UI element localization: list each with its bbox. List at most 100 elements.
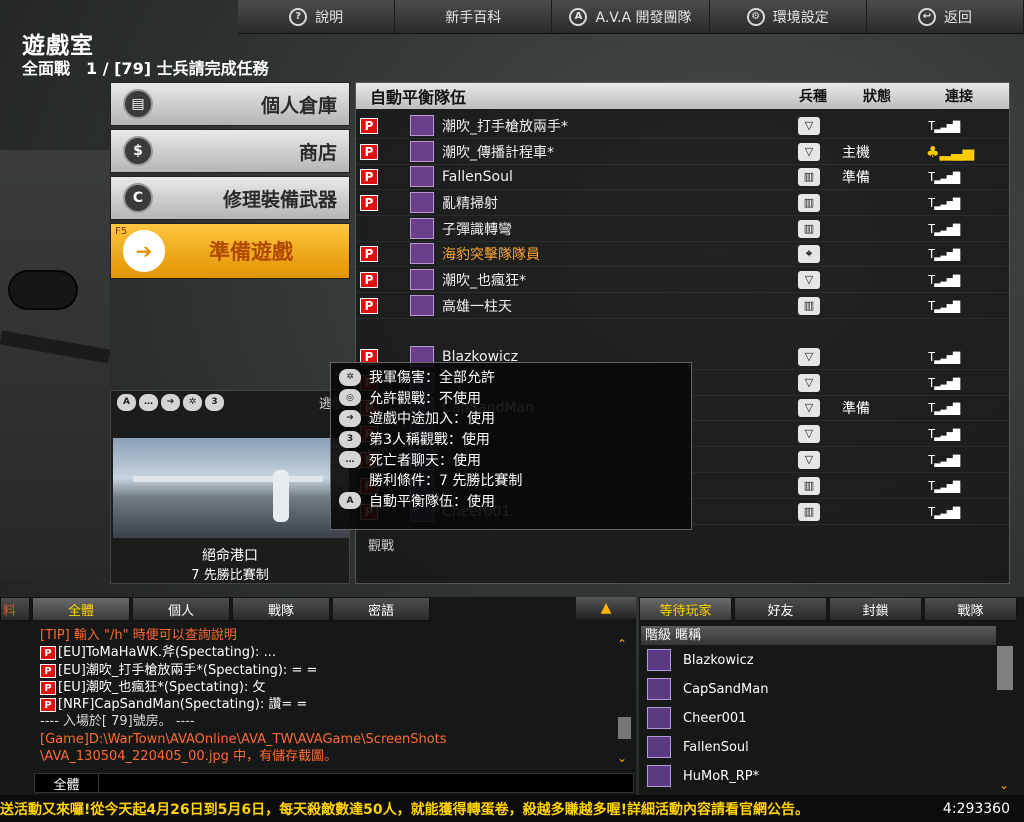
rank-icon	[410, 141, 434, 162]
tab-friends[interactable]: 好友	[734, 597, 827, 621]
tab-clan[interactable]: 戰隊	[232, 597, 330, 621]
connection-signal-icon: T▂▃▅▇	[928, 452, 960, 467]
map-name: 絕命港口	[202, 548, 258, 564]
help-button[interactable]: ? 說明	[238, 0, 396, 33]
news-ticker: 送活動又來囉!從今天起4月26日到5月6日，每天殺敵數達50人，就能獲得轉蛋卷，…	[0, 795, 1024, 822]
premium-badge-icon: P	[360, 143, 378, 160]
rank-icon	[410, 269, 434, 290]
connection-signal-icon: T▂▃▅▇	[928, 478, 960, 493]
lobby-player-row[interactable]: Cheer001	[647, 704, 746, 732]
connection-signal-icon: T▂▃▅▇	[928, 400, 960, 415]
lobby-player-name: Cheer001	[683, 710, 747, 726]
chat-line: [TIP] 輸入 "/h" 時便可以查詢說明	[40, 628, 237, 643]
gear-icon: ⚙	[746, 7, 765, 26]
tab-all[interactable]: 全體	[32, 597, 130, 621]
lobby-tabs: 等待玩家 好友 封鎖 戰隊	[639, 597, 1024, 621]
connection-signal-icon: T▂▃▅▇	[928, 349, 960, 364]
premium-badge-icon: P	[360, 168, 378, 185]
class-icon: ▽	[798, 347, 820, 366]
question-icon: ?	[289, 7, 308, 26]
rank-icon	[647, 678, 671, 700]
lobby-player-name: FallenSoul	[683, 739, 749, 755]
rank-icon	[410, 166, 434, 187]
lobby-player-row[interactable]: CapSandMan	[647, 675, 768, 703]
autobalance-icon: A	[339, 492, 361, 510]
chat-input[interactable]: 全體	[34, 773, 634, 793]
lobby-player-name: HuMoR_RP*	[683, 768, 760, 784]
tab-blocked[interactable]: 封鎖	[829, 597, 922, 621]
tab-personal[interactable]: 個人	[132, 597, 230, 621]
map-mode: 7 先勝比賽制	[191, 568, 269, 583]
chat-expand-button[interactable]: ▲	[576, 597, 636, 619]
player-row[interactable]: P 潮吹_傳播計程車* ▽ 主機 ♣▂▃▅	[356, 139, 1011, 165]
room-menu: ▤ 個人倉庫 $ 商店 C 修理裝備武器 F5 ➔ 準備遊戲	[110, 82, 350, 282]
rank-icon	[410, 295, 434, 316]
shop-icon: $	[123, 136, 153, 166]
top-menu-bar: ? 說明 新手百科 A A.V.A 開發團隊 ⚙ 環境設定 ↩ 返回	[238, 0, 1024, 34]
tab-clan[interactable]: 戰隊	[924, 597, 1017, 621]
autobalance-icon: A	[117, 393, 136, 411]
chat-log: [TIP] 輸入 "/h" 時便可以查詢說明 P [EU]ToMaHaWK.斧(Sp…	[40, 627, 615, 775]
player-row[interactable]: P 潮吹_打手槍放兩手* ▽ T▂▃▅▇	[356, 113, 1011, 139]
spectate-label[interactable]: 觀戰	[368, 535, 394, 554]
tab-side[interactable]: 料	[0, 597, 30, 621]
inventory-icon: ▤	[123, 89, 153, 119]
class-icon: ▽	[798, 116, 820, 135]
connection-signal-icon: T▂▃▅▇	[928, 504, 960, 519]
premium-badge-icon: P	[40, 680, 56, 695]
player-name: 子彈識轉彎	[442, 221, 512, 238]
player-row[interactable]: P 高雄一柱天 ▥ T▂▃▅▇	[356, 293, 1011, 319]
class-icon: ▥	[798, 296, 820, 315]
join-icon: ➔	[161, 393, 180, 411]
repair-button[interactable]: C 修理裝備武器	[110, 176, 350, 220]
player-row[interactable]: 子彈識轉彎 ▥ T▂▃▅▇	[356, 216, 1011, 242]
devteam-button[interactable]: A A.V.A 開發團隊	[552, 0, 710, 33]
class-icon: ▥	[798, 502, 820, 521]
class-icon: ▽	[798, 270, 820, 289]
connection-signal-icon: T▂▃▅▇	[928, 426, 960, 441]
connection-signal-icon: T▂▃▅▇	[928, 118, 960, 133]
chat-scroll-thumb[interactable]	[618, 717, 631, 739]
premium-badge-icon: P	[40, 646, 56, 661]
class-icon: ▥	[798, 476, 820, 495]
tab-whisper[interactable]: 密語	[332, 597, 430, 621]
player-state: 主機	[842, 144, 870, 161]
settings-button[interactable]: ⚙ 環境設定	[710, 0, 867, 33]
premium-badge-icon: P	[360, 271, 378, 288]
tab-waiting[interactable]: 等待玩家	[639, 597, 732, 621]
chat-scrollbar[interactable]: ⌃ ⌄	[617, 637, 631, 765]
player-row[interactable]: P 海豹突擊隊隊員 ⌖ T▂▃▅▇	[356, 241, 1011, 267]
chat-panel: 料 全體 個人 戰隊 密語 ▲ [TIP] 輸入 "/h" 時便可以查詢說明 P[…	[0, 597, 636, 795]
connection-signal-icon: T▂▃▅▇	[928, 375, 960, 390]
lobby-player-row[interactable]: HuMoR_RP*	[647, 762, 759, 790]
map-image	[113, 438, 349, 538]
room-options-tooltip: ✲ 我軍傷害：全部允許 ◎ 允許觀戰：不使用 ➔ 遊戲中途加入：使用 3 第3人稱觀戰：…	[330, 362, 692, 530]
lobby-player-row[interactable]: FallenSoul	[647, 733, 749, 761]
player-row[interactable]: P 亂精掃射 ▥ T▂▃▅▇	[356, 190, 1011, 216]
lobby-player-row[interactable]: Blazkowicz	[647, 646, 754, 674]
shop-button[interactable]: $ 商店	[110, 129, 350, 173]
player-row[interactable]: P FallenSoul ▥ 準備 T▂▃▅▇	[356, 164, 1011, 190]
lobby-player-name: Blazkowicz	[683, 652, 754, 668]
back-button[interactable]: ↩ 返回	[867, 0, 1024, 33]
inventory-button[interactable]: ▤ 個人倉庫	[110, 82, 350, 126]
player-lobby-panel: 等待玩家 好友 封鎖 戰隊 階級 暱稱 Blazkowicz CapSandMan…	[639, 597, 1024, 795]
team-header: 自動平衡隊伍 兵種 狀態 連接	[356, 83, 1009, 109]
host-crown-icon: ♣▂▃▅	[926, 142, 975, 161]
player-name: 潮吹_打手槍放兩手*	[442, 118, 568, 135]
player-state: 準備	[842, 169, 870, 186]
wiki-button[interactable]: 新手百科	[395, 0, 553, 33]
lobby-scrollbar[interactable]: ⌄	[997, 642, 1013, 792]
rank-icon	[410, 243, 434, 264]
lobby-scroll-thumb[interactable]	[997, 646, 1013, 690]
chat-channel[interactable]: 全體	[35, 773, 99, 793]
premium-badge-icon: P	[360, 245, 378, 262]
player-name: 潮吹_傳播計程車*	[442, 144, 554, 161]
connection-signal-icon: T▂▃▅▇	[928, 246, 960, 261]
class-icon: ▽	[798, 450, 820, 469]
chat-icon: …	[339, 451, 361, 469]
player-row[interactable]: P 潮吹_也瘋狂* ▽ T▂▃▅▇	[356, 267, 1011, 293]
player-name: 潮吹_也瘋狂*	[442, 272, 526, 289]
class-icon: ▽	[798, 424, 820, 443]
ready-button[interactable]: F5 ➔ 準備遊戲	[110, 223, 350, 279]
